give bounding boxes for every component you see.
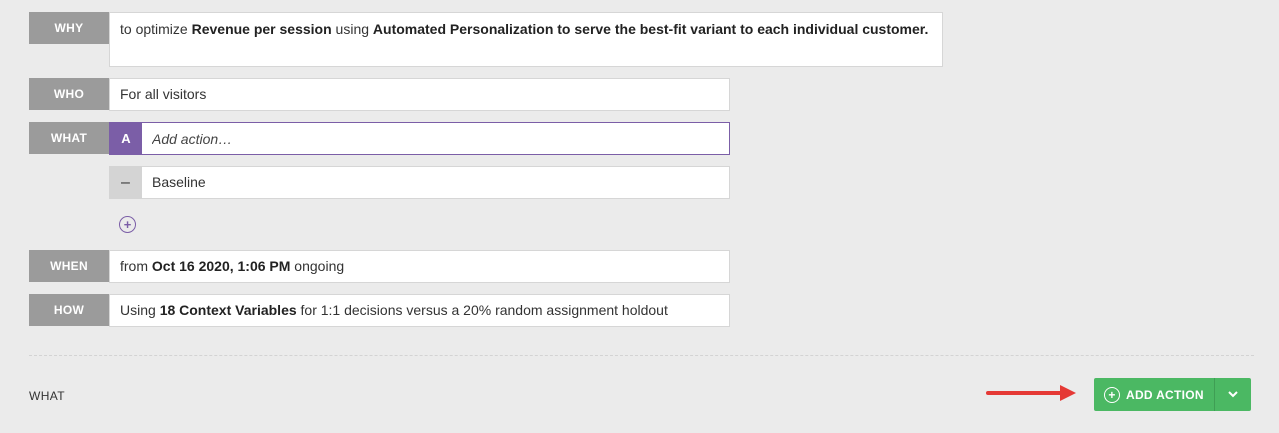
when-prefix: from (120, 258, 152, 274)
who-label: WHO (29, 78, 109, 110)
how-row: HOW Using 18 Context Variables for 1:1 d… (29, 294, 730, 327)
how-label: HOW (29, 294, 109, 326)
add-variant-plus-icon[interactable]: + (119, 216, 136, 233)
why-prefix: to optimize (120, 21, 192, 37)
how-suffix: for 1:1 decisions versus a 20% random as… (296, 302, 668, 318)
baseline-label[interactable]: Baseline (142, 166, 730, 199)
footer-section-label: WHAT (29, 389, 66, 403)
chevron-down-icon (1228, 391, 1238, 398)
how-prefix: Using (120, 302, 160, 318)
when-label: WHEN (29, 250, 109, 282)
variant-a-badge: A (110, 123, 142, 154)
why-label: WHY (29, 12, 109, 44)
how-text[interactable]: Using 18 Context Variables for 1:1 decis… (109, 294, 730, 327)
when-suffix: ongoing (290, 258, 345, 274)
baseline-minus-icon: – (109, 166, 142, 199)
what-label: WHAT (29, 122, 109, 154)
who-row: WHO For all visitors (29, 78, 730, 111)
add-action-main[interactable]: + ADD ACTION (1094, 378, 1215, 411)
add-action-label: ADD ACTION (1126, 387, 1204, 402)
when-row: WHEN from Oct 16 2020, 1:06 PM ongoing (29, 250, 730, 283)
how-variables[interactable]: 18 Context Variables (160, 302, 297, 318)
when-text[interactable]: from Oct 16 2020, 1:06 PM ongoing (109, 250, 730, 283)
plus-circle-icon: + (1104, 386, 1120, 403)
add-action-input[interactable] (142, 123, 729, 154)
why-metric[interactable]: Revenue per session (192, 21, 332, 37)
why-text[interactable]: to optimize Revenue per session using Au… (109, 12, 943, 67)
action-a-field[interactable]: A (109, 122, 730, 155)
pointer-arrow-icon (986, 385, 1076, 401)
who-text[interactable]: For all visitors (109, 78, 730, 111)
add-action-dropdown-toggle[interactable] (1215, 378, 1251, 411)
baseline-row[interactable]: – Baseline (109, 166, 730, 199)
why-middle: using (331, 21, 373, 37)
why-row: WHY to optimize Revenue per session usin… (29, 12, 943, 67)
why-strategy[interactable]: Automated Personalization to serve the b… (373, 21, 928, 37)
what-row: WHAT A (29, 122, 730, 155)
when-date[interactable]: Oct 16 2020, 1:06 PM (152, 258, 291, 274)
section-divider (29, 355, 1254, 356)
add-action-button[interactable]: + ADD ACTION (1094, 378, 1251, 411)
